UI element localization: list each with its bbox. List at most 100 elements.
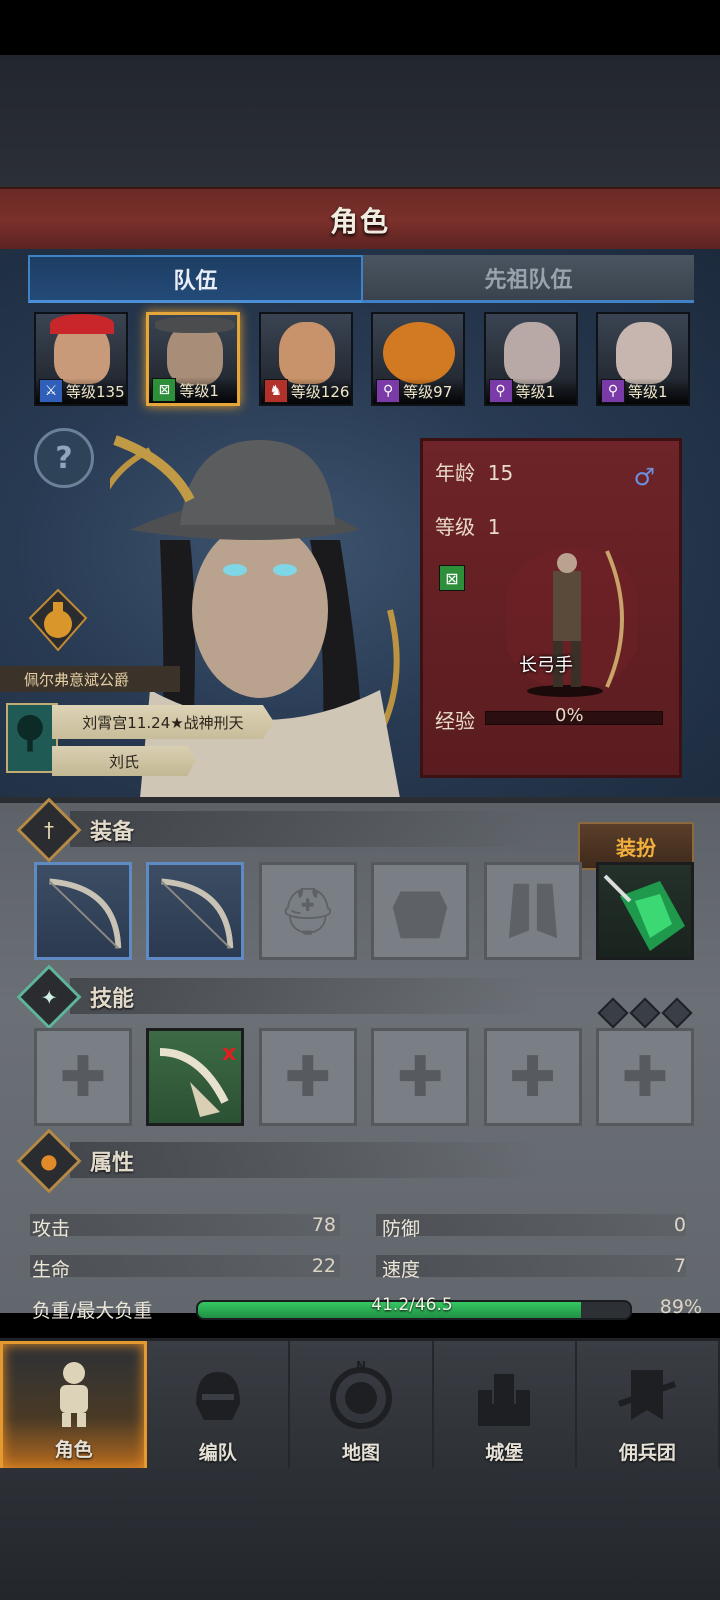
cross-icon: ✚ <box>284 1044 332 1110</box>
helmet-icon <box>195 1372 240 1420</box>
equip-slot-weapon-1[interactable] <box>34 862 132 960</box>
flask-icon[interactable] <box>28 588 88 652</box>
bow-icon: ⊠ <box>439 565 465 591</box>
portrait-face <box>278 322 335 384</box>
equip-slot-accessory[interactable] <box>595 862 694 960</box>
emerald-amulet-icon <box>603 874 685 951</box>
bow-icon <box>161 878 234 949</box>
portrait-face <box>615 322 672 384</box>
skill-slot-5[interactable]: ✚ <box>483 1028 582 1126</box>
nav-label: 城堡 <box>485 1442 524 1464</box>
skill-points <box>597 997 693 1029</box>
attributes-title: 属性 <box>90 1151 135 1176</box>
level-label: 等级1 <box>627 382 668 401</box>
svg-text:N: N <box>356 1360 366 1373</box>
skills-title: 技能 <box>90 987 135 1012</box>
tab-ancestor-team[interactable]: 先祖队伍 <box>363 255 694 303</box>
house-title[interactable]: 佩尔弗意斌公爵 <box>0 666 180 692</box>
equip-slot-weapon-2[interactable] <box>146 862 245 960</box>
skill-slot-1[interactable]: ✚ <box>34 1028 132 1126</box>
diamond-icon <box>629 997 661 1029</box>
speed-label: 速度 <box>382 1259 421 1281</box>
nav-label: 编队 <box>198 1442 237 1464</box>
attributes-header: ● 属性 <box>16 1128 626 1194</box>
character-name: 刘霄宫11.24★战神刑天 <box>52 705 274 739</box>
staff-icon: ⚲ <box>488 379 513 403</box>
title-banner: 角色 <box>0 187 720 254</box>
party-member-5[interactable]: ⚲ 等级1 <box>483 312 578 406</box>
equip-slot-boots[interactable] <box>483 862 582 960</box>
level-label: 等级135 <box>66 382 125 401</box>
party-member-1[interactable]: ⚔ 等级135 <box>34 312 128 406</box>
attack-value: 78 <box>311 1214 336 1236</box>
equipment-title: 装备 <box>90 820 135 845</box>
party-member-6[interactable]: ⚲ 等级1 <box>595 312 690 406</box>
nav-mercenary[interactable]: 佣兵团 <box>577 1341 720 1471</box>
pumpkin-face-icon <box>383 322 456 384</box>
defense-label: 防御 <box>382 1218 421 1240</box>
skill-slots: ✚ x ✚ ✚ ✚ ✚ <box>34 1028 694 1126</box>
male-icon: ♂ <box>633 463 655 491</box>
help-icon[interactable]: ? <box>34 428 94 488</box>
skill-slot-4[interactable]: ✚ <box>371 1028 470 1126</box>
bow-icon: ⊠ <box>152 378 177 402</box>
nav-map[interactable]: N 地图 <box>290 1341 434 1471</box>
bow-icon <box>48 878 122 949</box>
cross-icon: ✚ <box>396 1044 444 1110</box>
xp-percent: 0% <box>555 705 584 726</box>
mercenary-icon <box>618 1370 677 1420</box>
load-label: 负重/最大负重 <box>32 1300 153 1322</box>
sword-icon: ⚔ <box>39 379 63 403</box>
nav-label: 角色 <box>54 1439 93 1461</box>
bottom-backdrop <box>0 1468 720 1600</box>
character-info-card: 年龄 15 ♂ 等级 1 ⊠ 长弓手 经验 0% <box>420 438 682 778</box>
arrow-skill-icon: x <box>160 1041 237 1117</box>
nav-label: 地图 <box>342 1442 381 1464</box>
xp-label: 经验 <box>435 709 475 733</box>
team-tabs: 队伍 先祖队伍 <box>28 255 694 303</box>
nav-castle[interactable]: 城堡 <box>434 1341 577 1471</box>
skill-slot-3[interactable]: ✚ <box>258 1028 357 1126</box>
nav-character[interactable]: 角色 <box>0 1341 148 1471</box>
armor-icon <box>392 891 448 939</box>
equip-slot-helmet[interactable]: ⛑ <box>258 862 357 960</box>
defense-value: 0 <box>673 1214 686 1236</box>
bottom-nav: 角色 编队 N 地图 城堡 佣兵团 <box>0 1338 720 1471</box>
level-value: 1 <box>487 515 501 539</box>
party-member-3[interactable]: ♞ 等级126 <box>258 312 353 406</box>
level-label: 等级 <box>435 515 475 539</box>
hp-label: 生命 <box>32 1259 71 1281</box>
tree-emblem-icon[interactable] <box>6 703 58 773</box>
compass-map-icon: N <box>330 1360 392 1429</box>
helmet-icon: ⛑ <box>278 883 337 938</box>
party-portraits: ⚔ 等级135 ⊠ 等级1 ♞ 等级126 ⚲ 等级97 ⚲ 等级1 ⚲ 等级1 <box>34 312 690 407</box>
hp-value: 22 <box>311 1255 336 1277</box>
attack-label: 攻击 <box>32 1218 71 1240</box>
level-label: 等级126 <box>290 382 350 401</box>
party-member-2[interactable]: ⊠ 等级1 <box>146 312 241 406</box>
svg-text:x: x <box>222 1041 236 1066</box>
cross-icon: ✚ <box>621 1044 669 1110</box>
cross-icon: ✚ <box>509 1044 557 1110</box>
nav-label: 佣兵团 <box>618 1442 676 1464</box>
hat-icon <box>155 317 236 333</box>
staff-icon: ⚲ <box>600 379 625 403</box>
equipment-slots: ⛑ <box>34 862 694 960</box>
level-label: 等级1 <box>179 381 219 400</box>
nav-formation[interactable]: 编队 <box>147 1341 291 1471</box>
top-backdrop <box>0 55 720 187</box>
skill-slot-6[interactable]: ✚ <box>595 1028 694 1126</box>
tab-team[interactable]: 队伍 <box>28 255 363 303</box>
portrait-face <box>503 322 560 384</box>
age-label: 年龄 <box>435 461 475 485</box>
castle-icon <box>478 1374 531 1426</box>
party-member-4[interactable]: ⚲ 等级97 <box>371 312 466 406</box>
level-label: 等级1 <box>515 382 556 401</box>
load-value: 41.2/46.5 <box>371 1295 453 1315</box>
equip-slot-armor[interactable] <box>371 862 470 960</box>
equipment-header: † 装备 <box>16 797 626 863</box>
santa-hat-icon <box>50 314 114 334</box>
age-value: 15 <box>487 461 514 485</box>
load-percent: 89% <box>659 1296 702 1318</box>
skill-slot-2[interactable]: x <box>146 1028 245 1126</box>
